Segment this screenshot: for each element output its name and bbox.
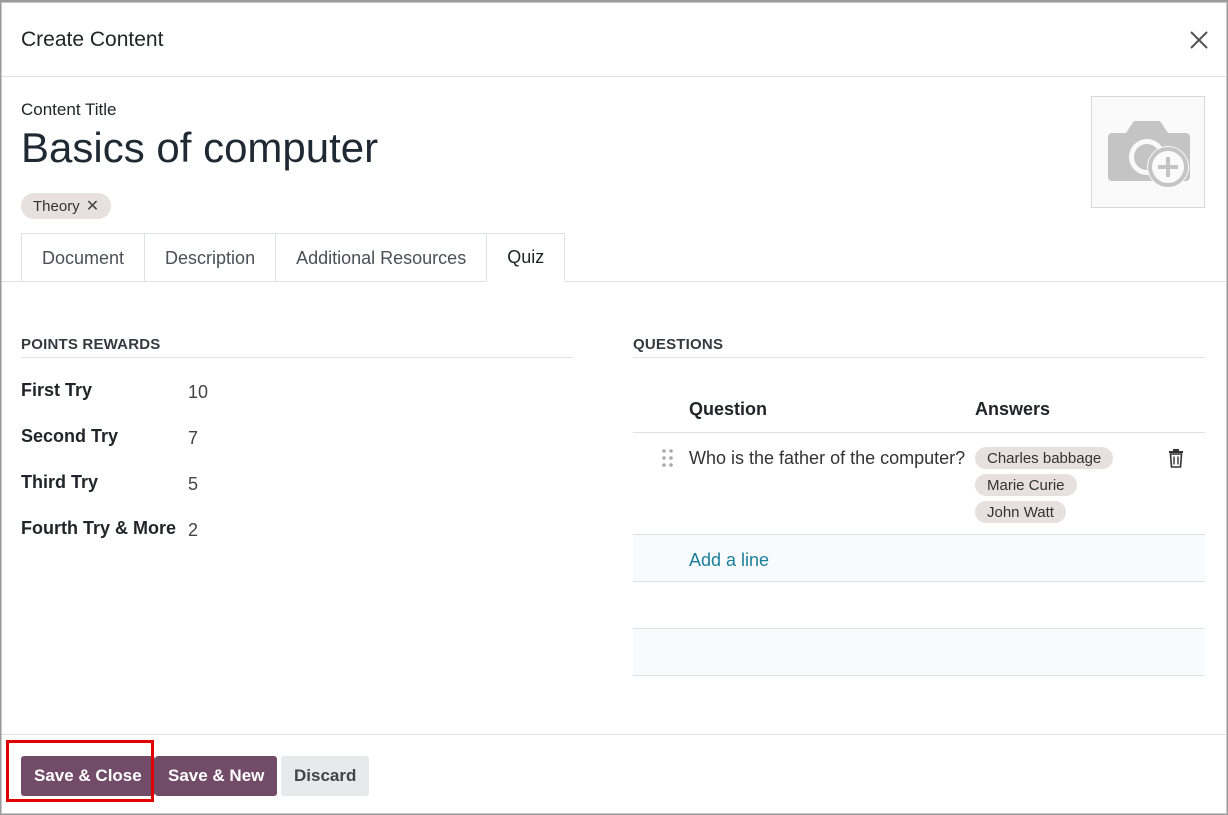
content-tabs: Document Description Additional Resource…: [21, 233, 566, 282]
empty-row: [633, 582, 1205, 629]
reward-value[interactable]: 5: [188, 474, 198, 495]
content-image-upload[interactable]: [1091, 96, 1205, 208]
column-answers[interactable]: Answers: [975, 399, 1050, 420]
answers-list: Charles babbage Marie Curie John Watt: [975, 447, 1114, 523]
reward-label: Second Try: [21, 426, 119, 446]
reward-value[interactable]: 10: [188, 382, 208, 403]
add-line-link[interactable]: Add a line: [689, 550, 769, 571]
tag-theory: Theory ✕: [21, 193, 112, 219]
answer-pill: John Watt: [975, 501, 1066, 523]
tab-document[interactable]: Document: [21, 233, 146, 282]
tab-additional-resources[interactable]: Additional Resources: [275, 233, 488, 282]
tag-label: Theory: [33, 197, 80, 215]
save-new-button[interactable]: Save & New: [155, 756, 278, 796]
answer-pill: Marie Curie: [975, 474, 1077, 496]
answer-pill: Charles babbage: [975, 447, 1114, 469]
trash-icon[interactable]: [1167, 448, 1185, 468]
content-title-label: Content Title: [21, 100, 117, 119]
reward-label: First Try: [21, 380, 93, 400]
create-content-dialog: Create Content Content Title Basics of c…: [1, 2, 1227, 814]
tabs-divider: [2, 281, 1226, 282]
discard-button[interactable]: Discard: [281, 756, 370, 796]
add-line-row: Add a line: [633, 535, 1205, 582]
reward-value[interactable]: 7: [188, 428, 198, 449]
reward-value[interactable]: 2: [188, 520, 198, 541]
points-rewards-heading: POINTS REWARDS: [21, 336, 573, 358]
reward-label: Fourth Try & More: [21, 518, 177, 538]
close-icon: [1190, 31, 1208, 49]
questions-heading: QUESTIONS: [633, 336, 1205, 358]
modal-title: Create Content: [21, 28, 164, 51]
close-button[interactable]: [1182, 23, 1216, 57]
modal-footer: Save & Close Save & New Discard: [2, 734, 1226, 814]
content-title-input[interactable]: Basics of computer: [21, 124, 378, 171]
tab-description[interactable]: Description: [144, 233, 277, 282]
questions-table-header: Question Answers: [633, 383, 1205, 433]
modal-header: Create Content: [2, 3, 1226, 77]
drag-handle-icon[interactable]: [661, 448, 675, 468]
column-question[interactable]: Question: [689, 399, 767, 420]
empty-row: [633, 629, 1205, 676]
reward-label: Third Try: [21, 472, 99, 492]
table-row[interactable]: Who is the father of the computer? Charl…: [633, 434, 1205, 535]
save-close-button[interactable]: Save & Close: [21, 756, 155, 796]
camera-add-icon: [1108, 121, 1190, 188]
tab-quiz[interactable]: Quiz: [486, 233, 566, 282]
tag-remove-icon[interactable]: ✕: [86, 196, 99, 216]
question-text[interactable]: Who is the father of the computer?: [689, 448, 965, 469]
